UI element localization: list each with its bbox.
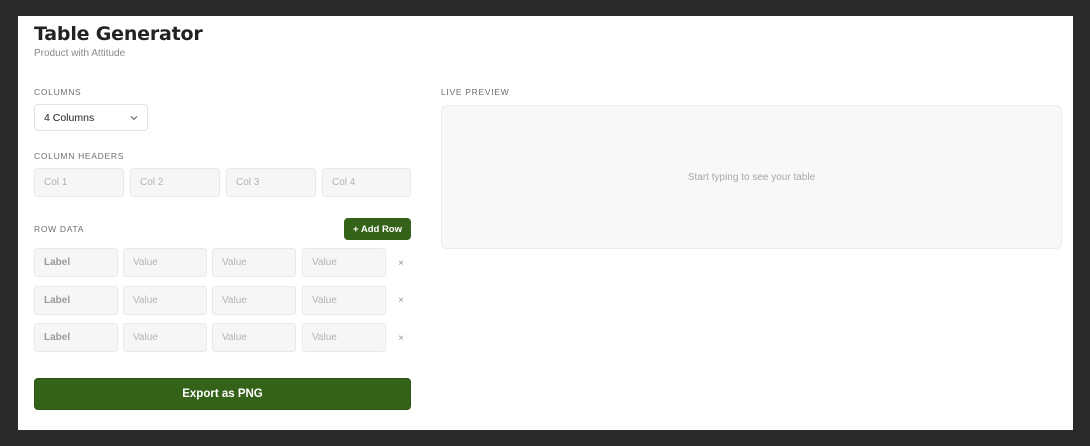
chevron-down-icon bbox=[130, 115, 138, 120]
add-row-button[interactable]: + Add Row bbox=[344, 218, 411, 240]
column-header-input-4[interactable]: Col 4 bbox=[322, 168, 411, 197]
row-2-remove-icon[interactable]: × bbox=[395, 295, 407, 307]
row-2-label-input[interactable]: Label bbox=[34, 286, 118, 315]
row-1-value-input-1[interactable]: Value bbox=[123, 248, 207, 277]
row-3-value-input-1[interactable]: Value bbox=[123, 323, 207, 352]
column-header-input-2[interactable]: Col 2 bbox=[130, 168, 220, 197]
live-preview-area: Start typing to see your table bbox=[441, 105, 1062, 249]
live-preview-label: LIVE PREVIEW bbox=[441, 87, 510, 97]
row-1-value-input-3[interactable]: Value bbox=[302, 248, 386, 277]
row-1-label-input[interactable]: Label bbox=[34, 248, 118, 277]
generator-panel: Table Generator Product with Attitude CO… bbox=[18, 16, 1073, 430]
row-3-label-input[interactable]: Label bbox=[34, 323, 118, 352]
column-header-input-3[interactable]: Col 3 bbox=[226, 168, 316, 197]
columns-select[interactable]: 4 Columns bbox=[34, 104, 148, 131]
row-3-value-input-3[interactable]: Value bbox=[302, 323, 386, 352]
row-2-value-input-3[interactable]: Value bbox=[302, 286, 386, 315]
row-1-value-input-2[interactable]: Value bbox=[212, 248, 296, 277]
column-headers-label: COLUMN HEADERS bbox=[34, 151, 125, 161]
page-title: Table Generator bbox=[34, 23, 203, 45]
columns-label: COLUMNS bbox=[34, 87, 82, 97]
columns-select-value: 4 Columns bbox=[44, 111, 95, 124]
row-1-remove-icon[interactable]: × bbox=[395, 258, 407, 270]
column-header-input-1[interactable]: Col 1 bbox=[34, 168, 124, 197]
row-3-value-input-2[interactable]: Value bbox=[212, 323, 296, 352]
page-subtitle: Product with Attitude bbox=[34, 48, 126, 59]
row-2-value-input-1[interactable]: Value bbox=[123, 286, 207, 315]
row-2-value-input-2[interactable]: Value bbox=[212, 286, 296, 315]
export-png-button[interactable]: Export as PNG bbox=[34, 378, 411, 410]
preview-empty-text: Start typing to see your table bbox=[687, 171, 816, 183]
row-data-label: ROW DATA bbox=[34, 224, 85, 234]
row-3-remove-icon[interactable]: × bbox=[395, 333, 407, 345]
